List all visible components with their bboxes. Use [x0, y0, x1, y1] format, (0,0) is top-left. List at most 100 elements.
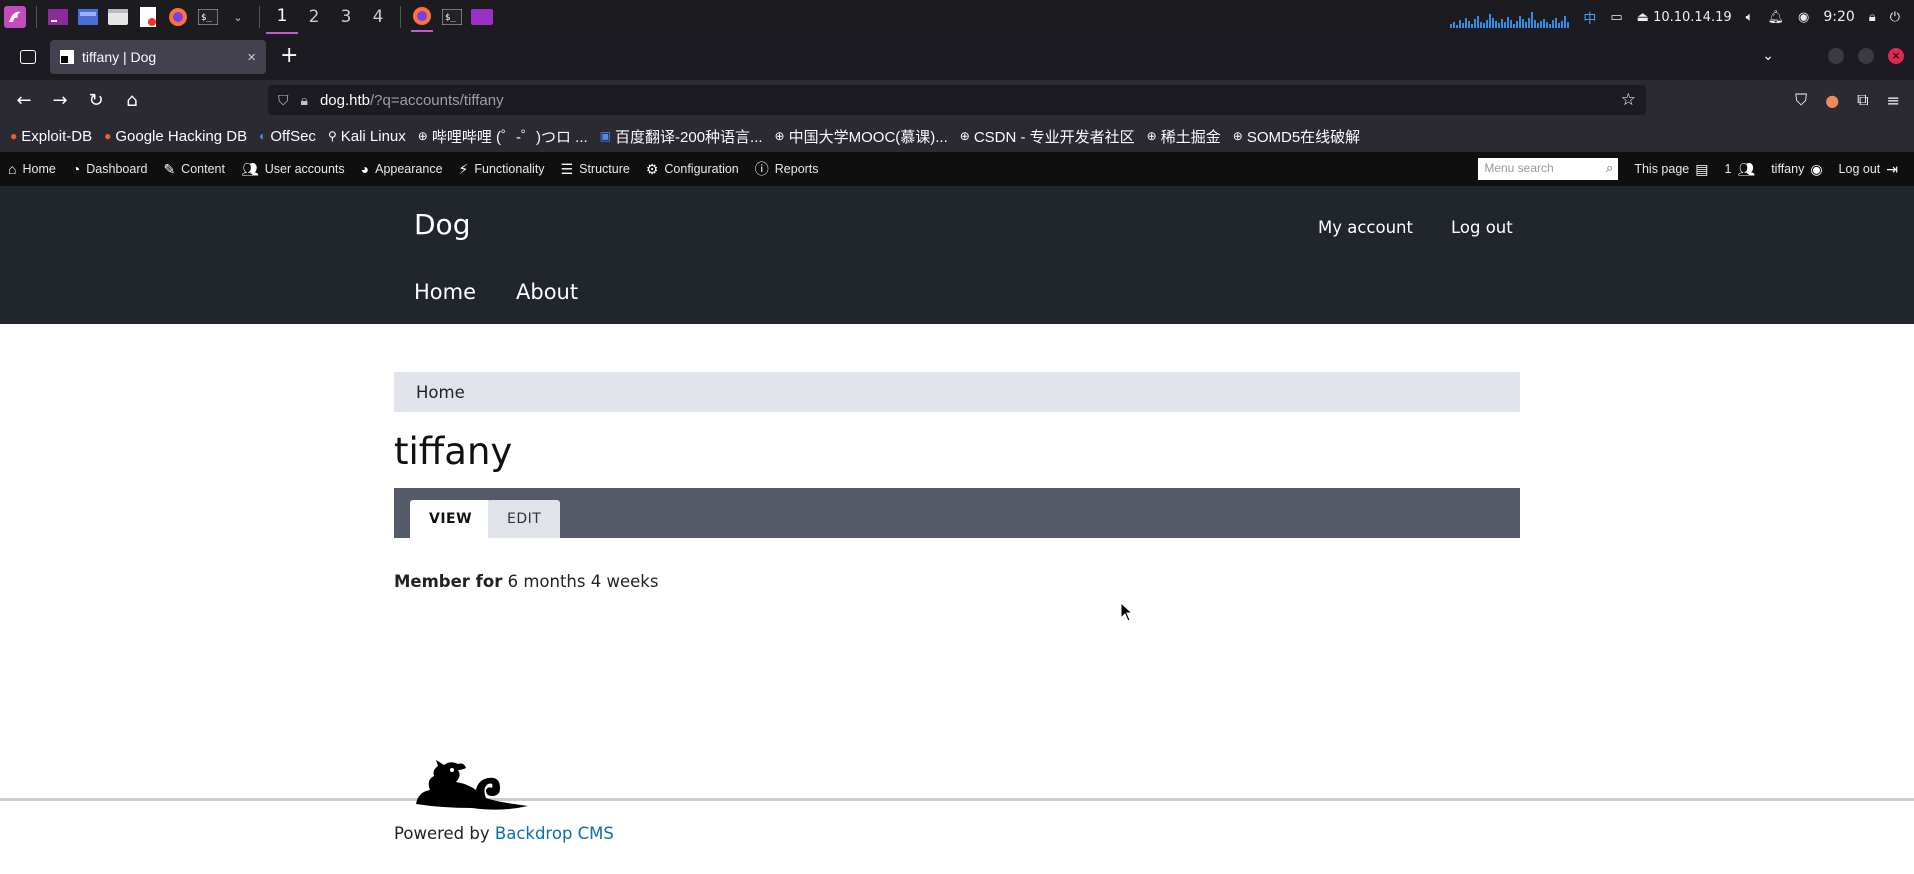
system-tray: 中 ▭ ⏏ 10.10.14.19 🔈︎ 🔔︎ ◉ 9:20 🔒︎ ⏻ [1450, 0, 1914, 34]
admin-label: Functionality [474, 162, 545, 176]
main-menu-home[interactable]: Home [414, 280, 476, 304]
input-method-indicator[interactable]: 中 [1583, 8, 1596, 27]
main-menu-about[interactable]: About [516, 280, 578, 304]
admin-appearance[interactable]: ◕ Appearance [353, 152, 451, 186]
ghdb-icon: ● [104, 129, 112, 143]
workspace-switcher-icon[interactable] [77, 7, 99, 27]
bookmark-exploit-db[interactable]: ● Exploit-DB [10, 128, 92, 145]
graph-bar [1459, 20, 1462, 28]
terminal-window-icon[interactable] [47, 7, 69, 27]
firefox-view-icon[interactable] [20, 50, 36, 64]
account-username: tiffany [1771, 162, 1805, 176]
admin-home[interactable]: ⌂ Home [0, 152, 64, 186]
logout-label: Log out [1838, 162, 1881, 176]
new-tab-button[interactable]: + [280, 45, 298, 67]
folder-window-icon[interactable] [471, 7, 493, 27]
page-title: tiffany [394, 430, 513, 473]
graph-bar [1468, 21, 1471, 28]
close-window-button[interactable]: × [1888, 48, 1904, 64]
network-ip[interactable]: ⏏ 10.10.14.19 [1637, 10, 1732, 25]
bookmark-juejin[interactable]: ⊕ 稀土掘金 [1147, 126, 1221, 147]
powered-by: Powered by Backdrop CMS [394, 824, 614, 843]
terminal-window-icon[interactable]: $_ [441, 7, 463, 27]
admin-structure[interactable]: ☰ Structure [553, 152, 638, 186]
account-menu[interactable]: tiffany ◉ [1763, 152, 1830, 186]
forward-arrow-icon[interactable]: → [42, 84, 78, 116]
text-editor-icon[interactable] [137, 7, 159, 27]
home-icon[interactable]: ⌂ [114, 84, 150, 116]
admin-functionality[interactable]: ⚡︎ Functionality [451, 152, 553, 186]
firefox-icon[interactable] [167, 7, 189, 27]
close-tab-icon[interactable]: × [247, 49, 256, 66]
extensions-icon[interactable]: ⧉ [1857, 90, 1868, 110]
graph-bar [1504, 22, 1507, 28]
this-page-menu[interactable]: This page ▤ [1626, 152, 1716, 186]
minimize-button[interactable] [1828, 48, 1844, 64]
extension-avatar-icon[interactable]: ● [1825, 91, 1839, 110]
graph-bar [1516, 21, 1519, 28]
bookmark-bilibili[interactable]: ⊕ 哔哩哔哩 (゜-゜)つロ ... [418, 126, 588, 147]
lock-icon[interactable]: 🔒︎ [301, 92, 308, 109]
workspace-1[interactable]: 1 [266, 0, 298, 34]
logout-link[interactable]: Log out [1451, 218, 1513, 237]
url-bar[interactable]: ⛉ 🔒︎ dog.htb/?q=accounts/tiffany ☆ [268, 85, 1646, 115]
workspace-2[interactable]: 2 [298, 0, 330, 34]
admin-configuration[interactable]: ⚙ Configuration [638, 152, 747, 186]
tab-view[interactable]: VIEW [410, 500, 492, 538]
graph-bar [1555, 18, 1558, 28]
firefox-window-icon[interactable] [411, 2, 433, 32]
reload-icon[interactable]: ↻ [78, 84, 114, 116]
site-header: Dog My account Log out Home About [0, 186, 1914, 324]
backdrop-cms-link[interactable]: Backdrop CMS [495, 824, 614, 843]
bookmark-somd5[interactable]: ⊕ SOMD5在线破解 [1233, 126, 1360, 147]
shield-icon[interactable]: ⛉ [278, 92, 289, 109]
users-online[interactable]: 1 👥︎ [1716, 152, 1763, 186]
admin-logout[interactable]: Log out ⇥ [1831, 152, 1906, 186]
notifications-icon[interactable]: 🔔︎ [1767, 10, 1784, 25]
graph-bar [1558, 23, 1561, 28]
chevron-down-icon[interactable]: ⌄ [227, 7, 249, 27]
tab-edit[interactable]: EDIT [488, 500, 561, 538]
user-menu: My account Log out [1318, 218, 1513, 237]
user-circle-icon: ◉ [1810, 160, 1823, 177]
display-icon[interactable]: ▭ [1610, 10, 1622, 25]
bookmark-baidu-translate[interactable]: ▣ 百度翻译-200种语言... [600, 126, 763, 147]
bookmark-mooc[interactable]: ⊕ 中国大学MOOC(慕课)... [775, 126, 948, 147]
menu-icon[interactable]: ≡ [1887, 91, 1900, 110]
lock-icon[interactable]: 🔒︎ [1869, 10, 1876, 25]
list-tabs-icon[interactable]: ⌄ [1762, 48, 1774, 64]
globe-icon: ⊕ [417, 129, 428, 143]
pocket-icon[interactable]: ⛉ [1795, 90, 1807, 110]
bookmark-google-hacking-db[interactable]: ● Google Hacking DB [104, 128, 247, 145]
terminal-icon[interactable]: $_ [197, 7, 219, 27]
bookmark-offsec[interactable]: ◐ OffSec [259, 128, 316, 145]
powered-by-label: Powered by [394, 824, 490, 843]
admin-user-accounts[interactable]: 👥︎ User accounts [233, 152, 353, 186]
admin-reports[interactable]: ⓘ Reports [747, 152, 827, 186]
bookmark-star-icon[interactable]: ☆ [1621, 90, 1636, 110]
favicon-icon [60, 50, 74, 64]
back-arrow-icon[interactable]: ← [6, 84, 42, 116]
my-account-link[interactable]: My account [1318, 218, 1413, 237]
graph-bar [1483, 23, 1486, 28]
bookmark-kali-linux[interactable]: ⚲ Kali Linux [328, 128, 406, 145]
bookmark-csdn[interactable]: ⊕ CSDN - 专业开发者社区 [960, 126, 1135, 147]
kali-menu-icon[interactable] [4, 6, 26, 28]
browser-tab-active[interactable]: tiffany | Dog × [50, 40, 266, 74]
workspace-4[interactable]: 4 [362, 0, 394, 34]
power-icon[interactable]: ⏻ [1890, 10, 1900, 25]
svg-text:$_: $_ [445, 13, 456, 23]
breadcrumb-home-link[interactable]: Home [416, 383, 465, 402]
graph-bar [1477, 16, 1480, 28]
volume-icon[interactable]: 🔈︎ [1746, 10, 1754, 25]
power-manager-icon[interactable]: ◉ [1798, 10, 1809, 25]
clock[interactable]: 9:20 [1823, 9, 1854, 25]
file-manager-icon[interactable] [107, 7, 129, 27]
admin-dashboard[interactable]: ◔ Dashboard [64, 152, 156, 186]
gauge-icon: ◔ [71, 161, 81, 177]
workspace-3[interactable]: 3 [330, 0, 362, 34]
menu-search-input[interactable]: Menu search ⌕ [1478, 158, 1619, 180]
site-name-link[interactable]: Dog [414, 208, 470, 241]
maximize-button[interactable] [1858, 48, 1874, 64]
admin-content[interactable]: ✎ Content [155, 152, 233, 186]
